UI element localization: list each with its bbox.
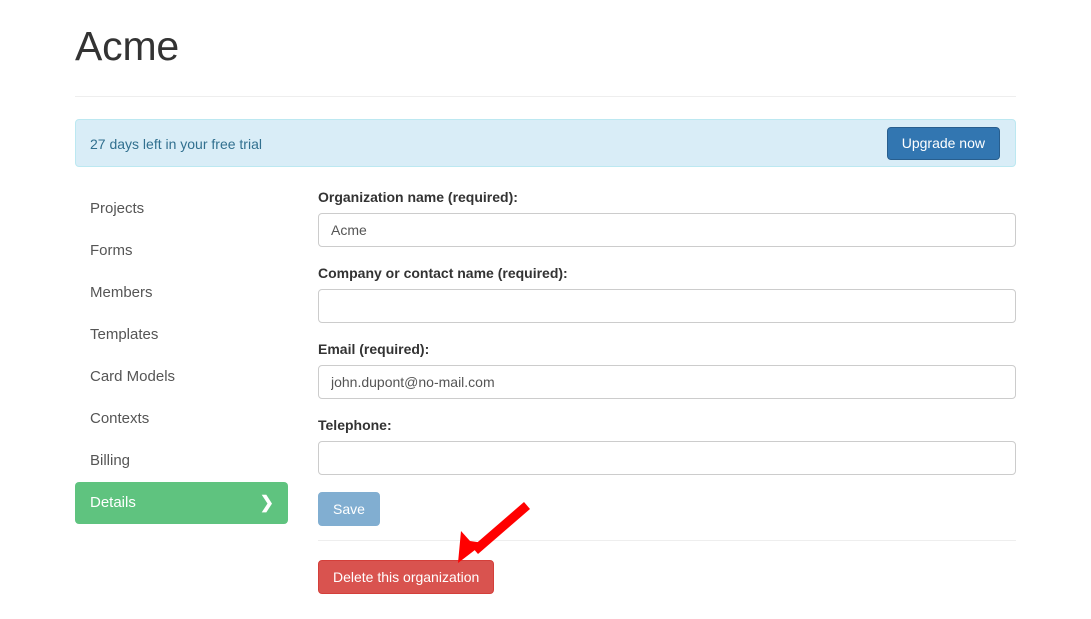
sidebar-item-label: Projects	[90, 200, 145, 217]
chevron-right-icon: ❯	[259, 493, 274, 512]
email-label: Email (required):	[318, 341, 430, 357]
danger-zone-divider	[318, 540, 1016, 541]
save-button[interactable]: Save	[318, 492, 380, 526]
sidebar-item-label: Contexts	[90, 410, 150, 427]
sidebar-item-label: Forms	[90, 242, 133, 259]
company-contact-name-input[interactable]	[318, 289, 1016, 323]
settings-sidebar: Projects Forms Members Templates Card Mo…	[75, 188, 288, 524]
organization-details-form: Organization name (required): Company or…	[318, 188, 1016, 526]
delete-organization-button[interactable]: Delete this organization	[318, 560, 495, 594]
page-title: Acme	[75, 23, 180, 69]
field-company-contact-name: Company or contact name (required):	[318, 264, 1016, 323]
sidebar-item-label: Billing	[90, 452, 131, 469]
sidebar-item-billing[interactable]: Billing	[75, 440, 288, 482]
organization-name-label: Organization name (required):	[318, 189, 518, 205]
sidebar-item-label: Members	[90, 284, 153, 301]
page-header: Acme	[75, 23, 1016, 69]
field-email: Email (required):	[318, 340, 1016, 399]
sidebar-item-contexts[interactable]: Contexts	[75, 398, 288, 440]
header-divider	[75, 96, 1016, 97]
sidebar-item-label: Card Models	[90, 368, 176, 385]
sidebar-item-templates[interactable]: Templates	[75, 314, 288, 356]
field-organization-name: Organization name (required):	[318, 188, 1016, 247]
sidebar-item-projects[interactable]: Projects	[75, 188, 288, 230]
company-contact-name-label: Company or contact name (required):	[318, 265, 568, 281]
free-trial-alert: 27 days left in your free trial Upgrade …	[75, 119, 1016, 167]
telephone-label: Telephone:	[318, 417, 392, 433]
sidebar-item-card-models[interactable]: Card Models	[75, 356, 288, 398]
sidebar-item-details[interactable]: Details ❯	[75, 482, 288, 524]
page-root: Acme 27 days left in your free trial Upg…	[0, 0, 1091, 619]
field-telephone: Telephone:	[318, 416, 1016, 475]
sidebar-item-label: Templates	[90, 326, 159, 343]
telephone-input[interactable]	[318, 441, 1016, 475]
sidebar-item-forms[interactable]: Forms	[75, 230, 288, 272]
organization-name-input[interactable]	[318, 213, 1016, 247]
email-input[interactable]	[318, 365, 1016, 399]
sidebar-item-members[interactable]: Members	[75, 272, 288, 314]
free-trial-message: 27 days left in your free trial	[90, 136, 262, 152]
upgrade-now-button[interactable]: Upgrade now	[886, 127, 1000, 160]
sidebar-item-label: Details	[90, 494, 136, 511]
